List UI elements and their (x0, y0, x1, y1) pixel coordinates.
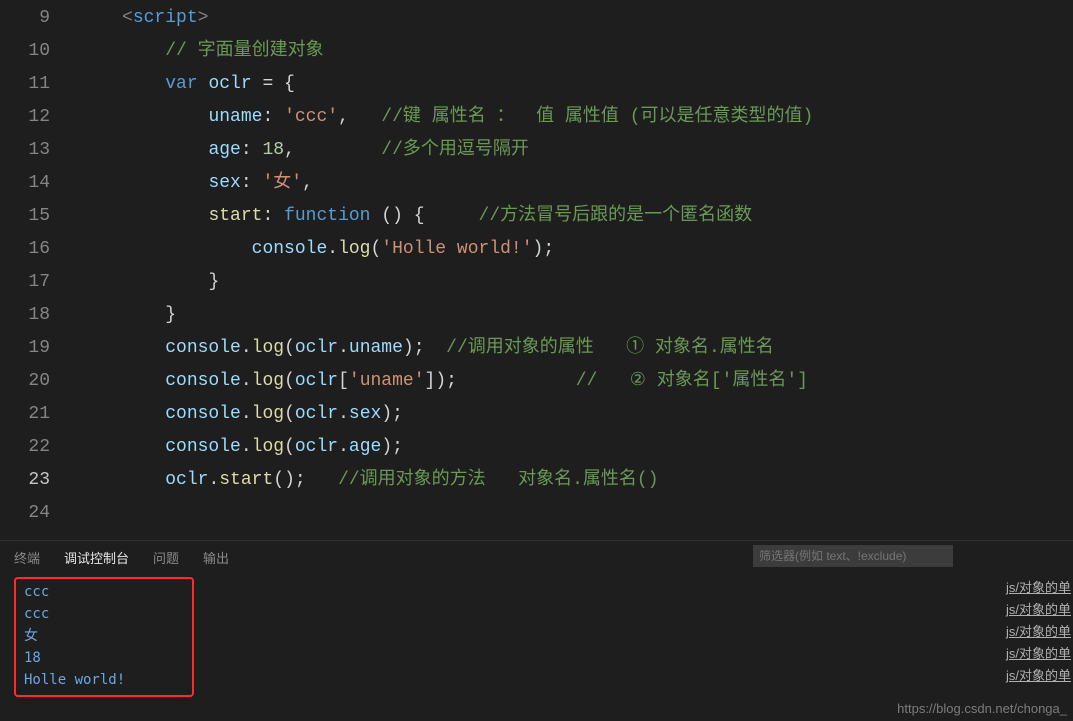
code-line[interactable]: } (68, 266, 1073, 299)
code-line[interactable]: <script> (68, 2, 1073, 35)
console-output-line: 18 (24, 647, 184, 669)
tab-problems[interactable]: 问题 (153, 548, 179, 567)
code-line[interactable]: console.log(oclr['uname']); // ② 对象名['属性… (68, 365, 1073, 398)
line-number: 12 (0, 101, 50, 134)
code-line[interactable]: uname: 'ccc', //键 属性名 ： 值 属性值 (可以是任意类型的值… (68, 101, 1073, 134)
line-number: 16 (0, 233, 50, 266)
code-line[interactable]: oclr.start(); //调用对象的方法 对象名.属性名() (68, 464, 1073, 497)
line-number: 23 (0, 464, 50, 497)
code-line[interactable]: sex: '女', (68, 167, 1073, 200)
panel-tabs: 终端 调试控制台 问题 输出 (0, 541, 1073, 573)
line-number: 20 (0, 365, 50, 398)
code-line[interactable]: age: 18, //多个用逗号隔开 (68, 134, 1073, 167)
code-area[interactable]: <script> // 字面量创建对象 var oclr = { uname: … (68, 0, 1073, 540)
filter-input[interactable] (753, 545, 953, 567)
console-output-line: 女 (24, 625, 184, 647)
line-number: 15 (0, 200, 50, 233)
source-link[interactable]: js/对象的单 (1006, 665, 1073, 687)
line-number: 14 (0, 167, 50, 200)
code-line[interactable]: console.log(oclr.uname); //调用对象的属性 ① 对象名… (68, 332, 1073, 365)
source-link[interactable]: js/对象的单 (1006, 577, 1073, 599)
source-link[interactable]: js/对象的单 (1006, 621, 1073, 643)
code-line[interactable] (68, 497, 1073, 530)
line-number: 11 (0, 68, 50, 101)
line-number: 17 (0, 266, 50, 299)
console-highlight-box: cccccc女18Holle world! (14, 577, 194, 697)
line-number: 9 (0, 2, 50, 35)
code-line[interactable]: console.log(oclr.sex); (68, 398, 1073, 431)
tab-terminal[interactable]: 终端 (14, 548, 40, 567)
bottom-panel: 终端 调试控制台 问题 输出 cccccc女18Holle world! js/… (0, 540, 1073, 720)
tab-debug-console[interactable]: 调试控制台 (64, 548, 129, 567)
code-line[interactable]: console.log('Holle world!'); (68, 233, 1073, 266)
line-number: 22 (0, 431, 50, 464)
tab-output[interactable]: 输出 (203, 548, 229, 567)
line-number: 13 (0, 134, 50, 167)
code-line[interactable]: start: function () { //方法冒号后跟的是一个匿名函数 (68, 200, 1073, 233)
line-number: 18 (0, 299, 50, 332)
source-links: js/对象的单js/对象的单js/对象的单js/对象的单js/对象的单 (1006, 577, 1073, 687)
source-link[interactable]: js/对象的单 (1006, 599, 1073, 621)
code-line[interactable]: // 字面量创建对象 (68, 35, 1073, 68)
console-body: cccccc女18Holle world! (0, 573, 1073, 701)
source-link[interactable]: js/对象的单 (1006, 643, 1073, 665)
line-number: 10 (0, 35, 50, 68)
code-editor[interactable]: 9101112131415161718192021222324 <script>… (0, 0, 1073, 540)
watermark: https://blog.csdn.net/chonga_ (897, 701, 1067, 716)
code-line[interactable]: } (68, 299, 1073, 332)
console-output-line: Holle world! (24, 669, 184, 691)
line-number: 19 (0, 332, 50, 365)
line-number: 24 (0, 497, 50, 530)
line-number: 21 (0, 398, 50, 431)
line-number-gutter: 9101112131415161718192021222324 (0, 0, 68, 540)
console-output-line: ccc (24, 603, 184, 625)
console-output-line: ccc (24, 581, 184, 603)
code-line[interactable]: var oclr = { (68, 68, 1073, 101)
code-line[interactable]: console.log(oclr.age); (68, 431, 1073, 464)
